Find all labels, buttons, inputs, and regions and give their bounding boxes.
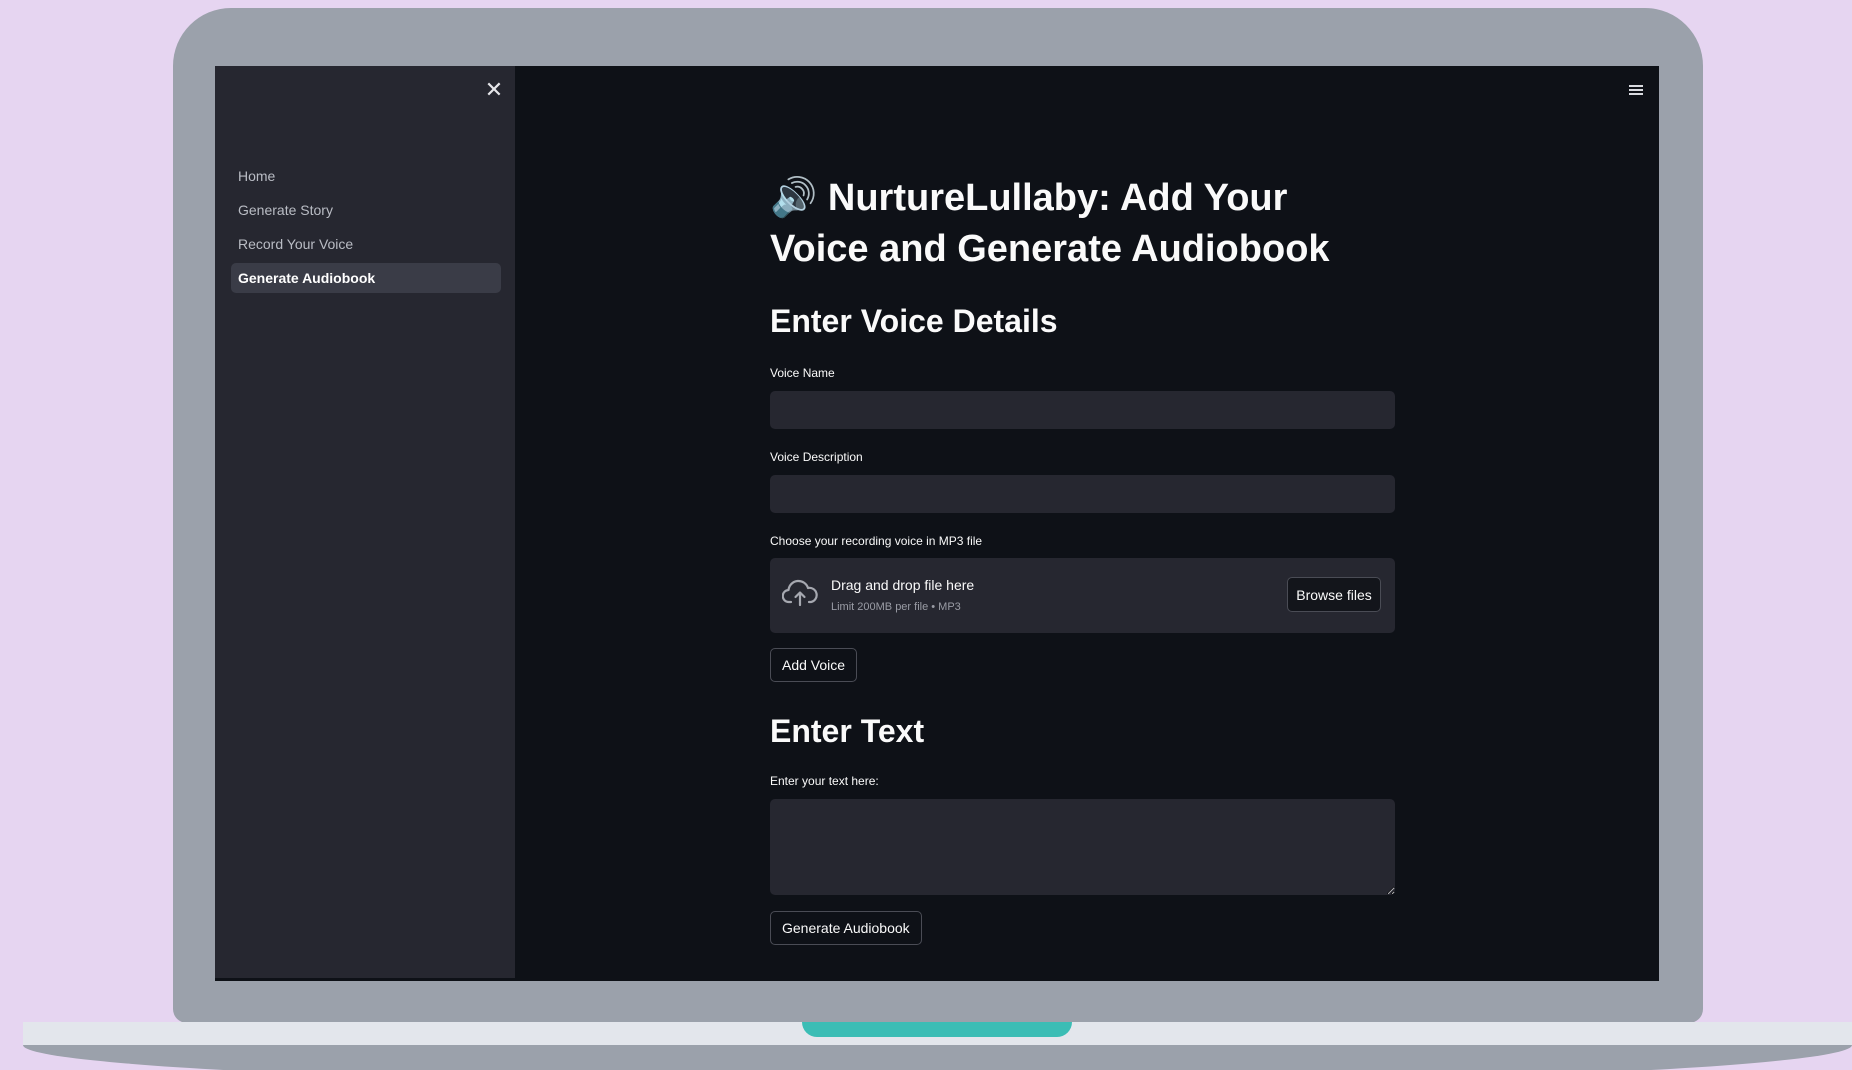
voice-name-label: Voice Name: [770, 366, 835, 380]
file-dropzone[interactable]: Drag and drop file here Limit 200MB per …: [770, 558, 1395, 633]
sidebar-item-home[interactable]: Home: [231, 161, 501, 191]
dropzone-title: Drag and drop file here: [831, 577, 975, 593]
page-title: 🔊 NurtureLullaby: Add Your Voice and Gen…: [770, 173, 1395, 275]
hamburger-menu-icon[interactable]: [1625, 78, 1649, 102]
add-voice-button[interactable]: Add Voice: [770, 648, 858, 682]
laptop-base-shadow: [23, 1045, 1852, 1070]
laptop-notch: [802, 1022, 1072, 1037]
sidebar-nav: Home Generate Story Record Your Voice Ge…: [231, 161, 501, 297]
browse-files-button[interactable]: Browse files: [1287, 577, 1381, 612]
text-input-label: Enter your text here:: [770, 774, 879, 788]
voice-name-input[interactable]: [770, 391, 1395, 429]
voice-description-label: Voice Description: [770, 450, 863, 464]
file-upload-label: Choose your recording voice in MP3 file: [770, 534, 983, 548]
close-icon[interactable]: ✕: [481, 78, 507, 104]
dropzone-limit: Limit 200MB per file • MP3: [831, 601, 961, 613]
speaker-icon: 🔊: [770, 177, 818, 219]
generate-audiobook-button[interactable]: Generate Audiobook: [770, 911, 922, 945]
cloud-upload-icon: [782, 579, 818, 607]
page-title-text: NurtureLullaby: Add Your Voice and Gener…: [770, 177, 1330, 270]
sidebar-item-generate-audiobook[interactable]: Generate Audiobook: [231, 263, 501, 293]
sidebar-item-generate-story[interactable]: Generate Story: [231, 195, 501, 225]
voice-details-heading: Enter Voice Details: [770, 303, 1058, 339]
main-content: 🔊 NurtureLullaby: Add Your Voice and Gen…: [770, 66, 1395, 981]
sidebar-item-record-your-voice[interactable]: Record Your Voice: [231, 229, 501, 259]
sidebar: ✕ Home Generate Story Record Your Voice …: [215, 66, 515, 978]
app-window: ✕ Home Generate Story Record Your Voice …: [215, 66, 1659, 981]
story-text-area[interactable]: [770, 799, 1395, 895]
enter-text-heading: Enter Text: [770, 713, 925, 749]
dropzone-text: Drag and drop file here Limit 200MB per …: [831, 576, 974, 614]
voice-description-input[interactable]: [770, 475, 1395, 513]
